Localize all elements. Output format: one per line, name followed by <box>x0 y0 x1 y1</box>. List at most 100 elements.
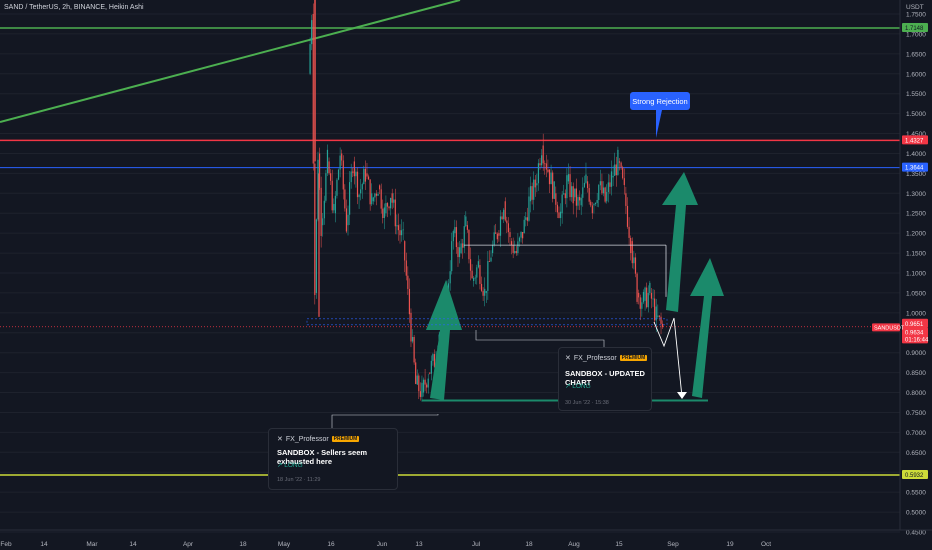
candle-body <box>462 243 464 248</box>
candle-body <box>580 197 582 206</box>
candle-body <box>504 201 506 221</box>
candle-body <box>468 229 470 260</box>
candle-body <box>639 297 641 309</box>
strong-rejection-callout[interactable]: Strong Rejection <box>630 92 690 110</box>
candle-body <box>641 302 643 309</box>
candle-body <box>594 203 597 205</box>
candle-body <box>457 247 459 258</box>
candle-body <box>634 257 637 274</box>
time-tick-label: Jun <box>377 541 388 548</box>
candle-body <box>599 181 601 186</box>
candle-body <box>606 192 608 202</box>
candle-body <box>540 155 543 166</box>
candle-body <box>585 174 587 183</box>
candle-body <box>363 168 365 185</box>
candle-body <box>491 244 494 254</box>
candle-body <box>487 261 489 291</box>
candle-body <box>458 247 461 258</box>
candle-body <box>474 277 476 279</box>
candle-body <box>625 193 627 206</box>
candle-body <box>631 241 633 264</box>
author-icon: ✕ <box>277 436 283 443</box>
time-tick-label: 14 <box>129 541 137 548</box>
candle-body <box>655 306 657 321</box>
price-tick-label: 1.7500 <box>906 12 926 19</box>
chart-background <box>0 0 932 550</box>
candle-body <box>372 197 374 202</box>
candle-body <box>379 185 381 190</box>
candle-body <box>638 292 640 298</box>
candle-body <box>323 200 325 219</box>
price-tick-label: 1.1500 <box>906 251 926 258</box>
candle-body <box>367 176 370 180</box>
candle-body <box>391 193 393 203</box>
candle-body <box>454 227 456 234</box>
candle-body <box>416 375 418 385</box>
candle-body <box>626 205 629 227</box>
candle-body <box>390 197 392 209</box>
candle-body <box>371 193 373 205</box>
price-tick-label: 1.5000 <box>906 111 926 118</box>
candle-body <box>604 187 606 202</box>
candle-body <box>460 243 462 254</box>
candle-body <box>544 163 546 165</box>
candle-body <box>657 315 659 317</box>
idea-card-1[interactable]: ✕ FX_Professor PREMIUM SANDBOX - Sellers… <box>268 428 398 490</box>
candle-body <box>506 220 508 224</box>
candle-body <box>405 260 407 276</box>
candle-body <box>615 164 617 176</box>
candle-body <box>499 216 502 236</box>
candle-body <box>397 225 400 231</box>
time-tick-label: Aug <box>568 541 580 548</box>
candle-body <box>315 219 318 293</box>
price-tick-label: 1.4000 <box>906 151 926 158</box>
symbol-title[interactable]: SAND / TetherUS, 2h, BINANCE, Heikin Ash… <box>4 4 144 11</box>
candle-body <box>380 189 382 209</box>
candle-body <box>533 179 535 200</box>
premium-badge: PREMIUM <box>619 355 648 361</box>
candle-body <box>314 163 316 296</box>
candle-body <box>623 178 625 186</box>
price-chart[interactable]: USDT1.7500 1.7000 1.6500 1.6000 1.5500 1.5000… <box>0 0 932 550</box>
symbol-tag: SANDUSDT <box>874 325 905 331</box>
candle-body <box>320 187 322 236</box>
candle-body <box>553 181 555 199</box>
candle-body <box>374 193 376 198</box>
candle-body <box>375 193 378 196</box>
candle-body <box>413 336 415 363</box>
candle-body <box>501 216 503 220</box>
candle-body <box>421 382 423 397</box>
candle-body <box>515 251 517 254</box>
candle-body <box>509 232 511 238</box>
candle-body <box>526 217 528 221</box>
candle-body <box>572 186 574 204</box>
candle-body <box>620 162 622 168</box>
candle-body <box>466 225 468 230</box>
price-label: 0.5932 <box>905 473 924 479</box>
candle-body <box>322 218 324 226</box>
candle-body <box>518 237 521 242</box>
idea-card-2[interactable]: ✕ FX_Professor PREMIUM SANDBOX - UPDATED… <box>558 347 652 411</box>
time-tick-label: Sep <box>667 541 679 548</box>
candle-body <box>529 186 532 202</box>
candle-body <box>473 277 475 281</box>
candle-body <box>330 173 332 181</box>
candle-body <box>662 323 664 328</box>
candle-body <box>539 163 541 166</box>
candle-body <box>649 282 651 294</box>
candle-body <box>424 379 426 385</box>
time-tick-label: 13 <box>415 541 423 548</box>
price-tick-label: 1.2500 <box>906 211 926 218</box>
time-tick-label: Jul <box>472 541 481 548</box>
candle-body <box>646 287 648 308</box>
candle-body <box>531 186 533 200</box>
candle-body <box>588 188 590 202</box>
price-tick-label: 1.3500 <box>906 171 926 178</box>
candle-body <box>479 265 481 284</box>
price-tick-label: 0.4500 <box>906 530 926 537</box>
candle-body <box>563 193 565 195</box>
price-tick-label: 0.8500 <box>906 370 926 377</box>
candle-body <box>498 233 500 236</box>
candle-body <box>348 182 351 215</box>
candle-body <box>601 181 603 194</box>
